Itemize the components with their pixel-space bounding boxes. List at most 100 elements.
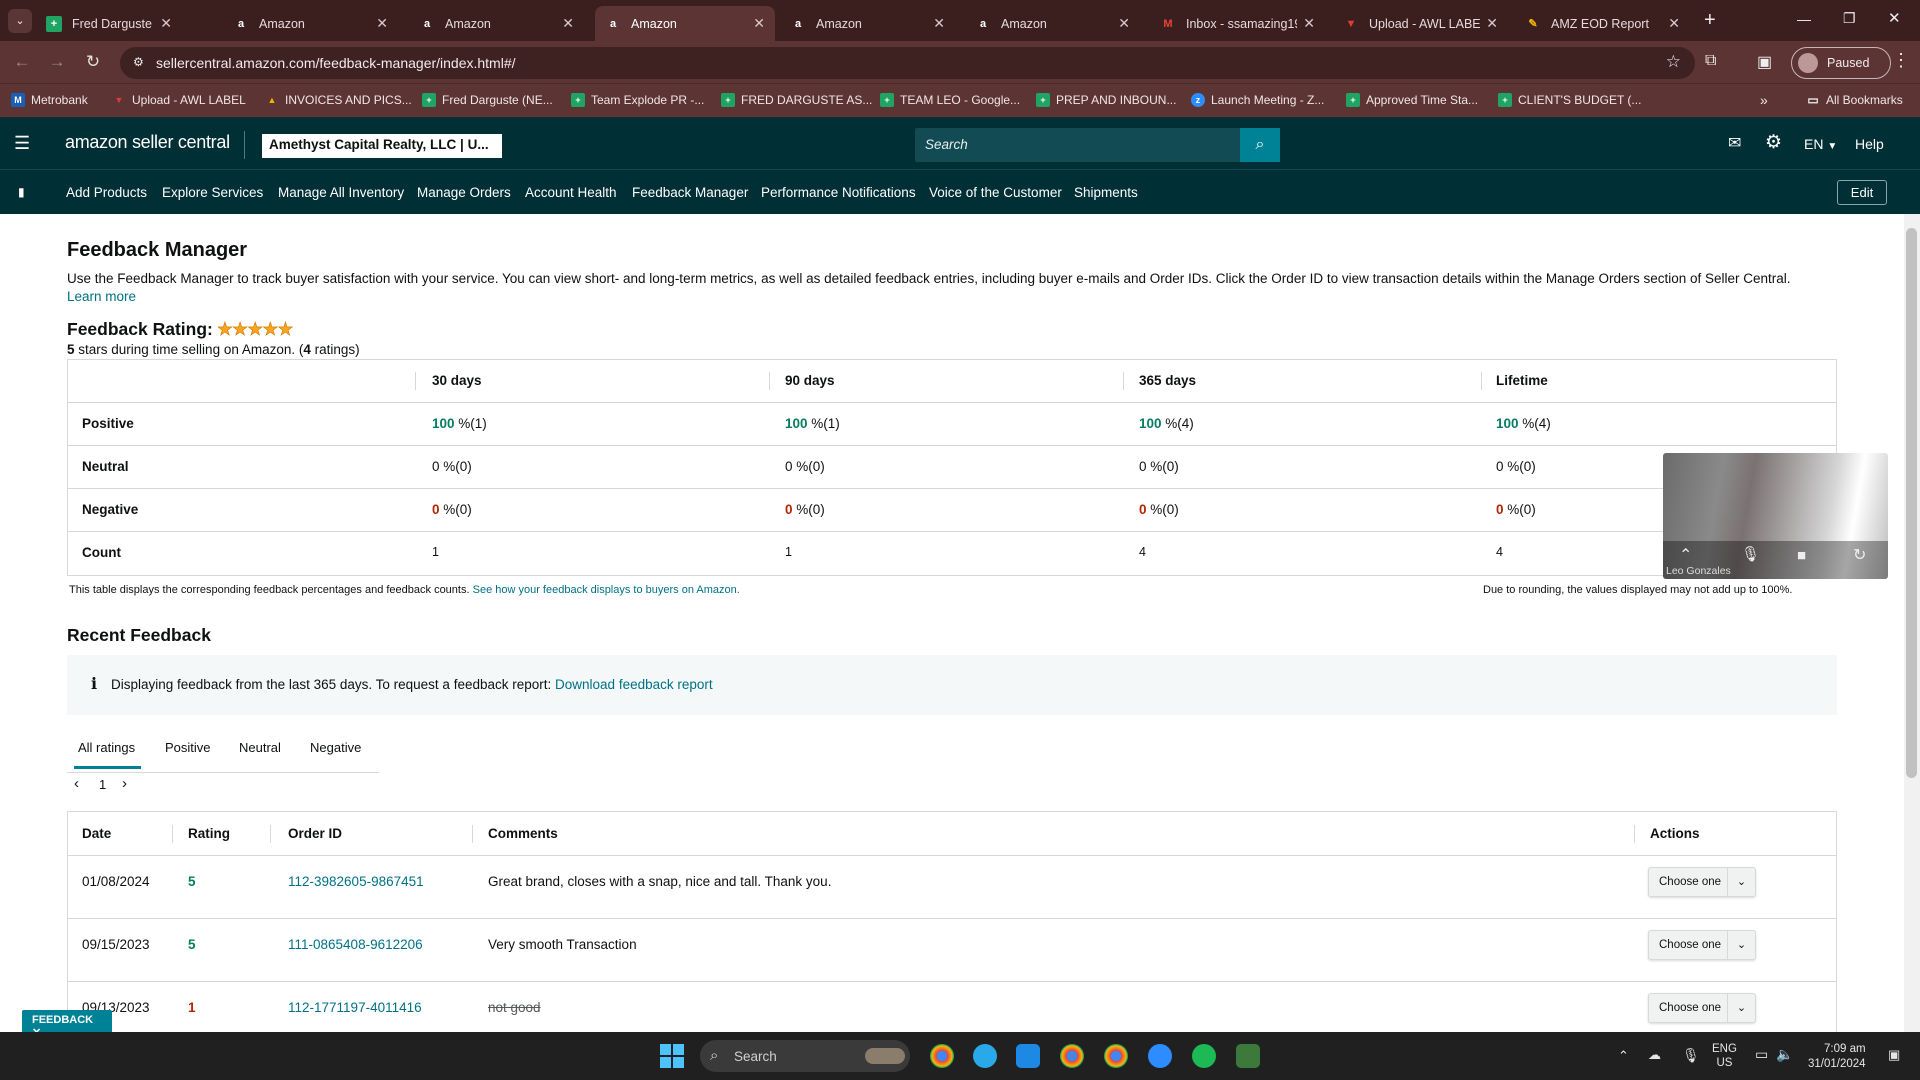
bookmark-item[interactable]: + Team Explode PR -... [571,91,704,109]
url-bar[interactable]: ⚙ sellercentral.amazon.com/feedback-mana… [120,47,1695,79]
browser-tab[interactable]: a Amazon ✕ [780,6,955,41]
feedback-widget-button[interactable]: FEEDBACK ✕ [22,1010,112,1039]
minimize-button[interactable]: — [1797,11,1811,27]
tab-all-ratings[interactable]: All ratings [78,740,135,755]
all-bookmarks[interactable]: ▭ All Bookmarks [1806,91,1902,109]
taskbar-search[interactable]: ⌕ Search [700,1040,910,1072]
extensions-icon[interactable]: ⧉ [1705,52,1716,70]
page-number[interactable]: 1 [99,777,106,792]
search-input[interactable]: Search [915,128,1240,162]
network-icon[interactable]: ▭ [1755,1046,1768,1063]
bookmark-item[interactable]: M Metrobank [11,91,88,109]
close-icon[interactable]: ✕ [160,15,172,32]
close-icon[interactable]: ✕ [933,15,945,32]
nav-shipments[interactable]: Shipments [1074,185,1138,200]
bookmark-item[interactable]: + Approved Time Sta... [1346,91,1478,109]
bookmark-item[interactable]: + TEAM LEO - Google... [880,91,1020,109]
scrollbar-thumb[interactable] [1906,228,1917,778]
clock[interactable]: 7:09 am 31/01/2024 [1808,1042,1866,1072]
profile-button[interactable]: Paused [1791,47,1891,79]
browser-tab[interactable]: M Inbox - ssamazing19 ✕ [1150,6,1325,41]
seller-central-logo[interactable]: amazon seller central [65,132,230,153]
actions-dropdown[interactable]: Choose one ⌄ [1648,867,1756,897]
nav-feedback-manager[interactable]: Feedback Manager [632,185,748,200]
browser-tab[interactable]: a Amazon ✕ [409,6,584,41]
language-selector[interactable]: EN ▼ [1804,136,1837,152]
menu-icon[interactable]: ⋮ [1892,50,1910,71]
bookmark-item[interactable]: + CLIENT'S BUDGET (... [1498,91,1641,109]
help-link[interactable]: Help [1855,136,1884,152]
windows-start-icon[interactable] [660,1044,684,1068]
nav-account-health[interactable]: Account Health [525,185,617,200]
reload-icon[interactable]: ↻ [81,50,105,74]
download-report-link[interactable]: Download feedback report [555,677,713,692]
actions-dropdown[interactable]: Choose one ⌄ [1648,993,1756,1023]
language-indicator[interactable]: ENG US [1712,1042,1737,1070]
buyer-display-link[interactable]: See how your feedback displays to buyers… [473,584,740,596]
zoom-icon[interactable] [1148,1044,1172,1068]
bookmark-item[interactable]: z Launch Meeting - Z... [1191,91,1324,109]
search-icon[interactable]: ⌕ [1240,128,1280,162]
nav-manage-inventory[interactable]: Manage All Inventory [278,185,404,200]
close-icon[interactable]: ✕ [1118,15,1130,32]
volume-icon[interactable]: 🔈 [1776,1046,1793,1063]
close-icon[interactable]: ✕ [376,15,388,32]
bookmark-item[interactable]: + PREP AND INBOUN... [1036,91,1176,109]
search-bar[interactable]: Search ⌕ [915,128,1280,162]
chevron-up-icon[interactable]: ⌃ [1618,1048,1629,1064]
camera-icon[interactable]: ■ [1797,547,1806,564]
tab-neutral[interactable]: Neutral [239,740,281,755]
order-id-link[interactable]: 112-1771197-4011416 [288,1000,422,1015]
order-id-link[interactable]: 112-3982605-9867451 [288,874,424,889]
close-icon[interactable]: ✕ [1486,15,1498,32]
close-icon[interactable]: ✕ [1303,15,1315,32]
nav-explore-services[interactable]: Explore Services [162,185,263,200]
mic-icon[interactable]: 🎙 [1682,1047,1700,1064]
bookmark-item[interactable]: ▲ INVOICES AND PICS... [265,91,412,109]
close-icon[interactable]: ✕ [753,15,765,32]
mail-icon[interactable]: ✉ [1728,133,1741,153]
notification-icon[interactable]: ▣ [1888,1047,1900,1063]
close-icon[interactable]: ✕ [1668,15,1680,32]
chevron-up-icon[interactable]: ⌃ [1679,545,1692,565]
chevron-right-icon[interactable]: › [122,775,127,792]
video-call-overlay[interactable]: ⌃ 🎙 ■ ↻ Leo Gonzales [1663,453,1888,579]
tab-search-button[interactable]: ⌄ [8,9,32,33]
browser-tab[interactable]: a Amazon ✕ [223,6,398,41]
side-panel-icon[interactable]: ▣ [1757,52,1772,72]
site-info-icon[interactable]: ⚙ [133,55,144,69]
tab-negative[interactable]: Negative [310,740,361,755]
close-window-button[interactable]: ✕ [1888,9,1901,27]
close-icon[interactable]: ✕ [562,15,574,32]
browser-tab[interactable]: a Amazon ✕ [965,6,1140,41]
nav-performance-notifications[interactable]: Performance Notifications [761,185,916,200]
spotify-icon[interactable] [1192,1044,1216,1068]
telegram-icon[interactable] [973,1044,997,1068]
restore-button[interactable]: ❐ [1843,10,1856,27]
more-bookmarks-icon[interactable]: » [1760,91,1768,109]
hamburger-menu-icon[interactable]: ☰ [14,133,30,154]
back-icon[interactable]: ← [10,50,34,74]
bookmark-item[interactable]: + Fred Darguste (NE... [422,91,553,109]
bookmark-icon[interactable]: ▮ [18,185,25,199]
chrome-icon[interactable] [930,1044,954,1068]
browser-tab-active[interactable]: a Amazon ✕ [595,6,775,41]
notepad-icon[interactable] [1016,1044,1040,1068]
chrome-icon[interactable] [1104,1044,1128,1068]
onedrive-icon[interactable]: ☁ [1648,1047,1661,1063]
nav-voice-of-customer[interactable]: Voice of the Customer [929,185,1062,200]
new-tab-button[interactable]: + [1704,9,1716,32]
calculator-icon[interactable] [1236,1044,1260,1068]
browser-tab[interactable]: ▼ Upload - AWL LABEL ✕ [1333,6,1508,41]
bookmark-item[interactable]: + FRED DARGUSTE AS... [721,91,872,109]
order-id-link[interactable]: 111-0865408-9612206 [288,937,423,952]
edit-nav-button[interactable]: Edit [1837,180,1887,205]
nav-manage-orders[interactable]: Manage Orders [417,185,511,200]
chrome-icon[interactable] [1060,1044,1084,1068]
gear-icon[interactable]: ⚙ [1765,131,1782,154]
nav-add-products[interactable]: Add Products [66,185,147,200]
browser-tab[interactable]: +Fred Darguste (NEW✕ [36,6,182,41]
chevron-left-icon[interactable]: ‹ [74,775,79,792]
actions-dropdown[interactable]: Choose one ⌄ [1648,930,1756,960]
learn-more-link[interactable]: Learn more [67,289,136,304]
